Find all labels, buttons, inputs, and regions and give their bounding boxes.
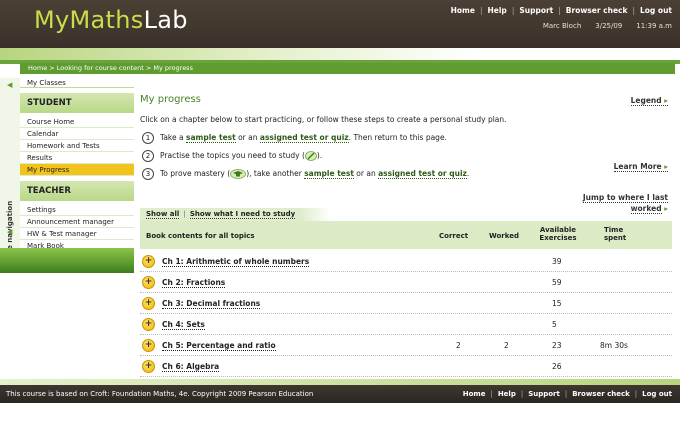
footer-link-support[interactable]: Support (528, 390, 560, 398)
top-link-support[interactable]: Support (519, 6, 553, 15)
page-title: My progress (140, 94, 201, 105)
col-available-exercises: Available Exercises (539, 226, 577, 242)
chapter-link[interactable]: Ch 6: Algebra (162, 362, 220, 372)
top-link-help[interactable]: Help (488, 6, 507, 15)
expand-plus-icon[interactable]: + (142, 276, 155, 289)
sidebar-item-results[interactable]: Results (20, 152, 134, 164)
user-name: Marc Bloch (542, 22, 582, 30)
chapter-link[interactable]: Ch 3: Decimal fractions (162, 299, 261, 309)
table-row[interactable]: + Ch 2: Fractions 59 (140, 272, 672, 293)
expand-plus-icon[interactable]: + (142, 318, 155, 331)
sidebar-item-calendar[interactable]: Calendar (20, 128, 134, 140)
col-time-spent: Time spent (604, 226, 627, 242)
sample-test-link-2[interactable]: sample test (304, 169, 354, 179)
expand-plus-icon[interactable]: + (142, 339, 155, 352)
chapter-link[interactable]: Ch 5: Percentage and ratio (162, 341, 276, 351)
hide-navigation-rail[interactable]: ◀ Hide navigation ◀ (0, 78, 20, 268)
chapter-link[interactable]: Ch 2: Fractions (162, 278, 226, 288)
col-book-contents: Book contents for all topics (146, 232, 255, 240)
assigned-test-link[interactable]: assigned test or quiz (259, 133, 349, 143)
col-correct: Correct (439, 232, 469, 240)
table-row[interactable]: + Ch 4: Sets 5 (140, 314, 672, 335)
copyright-text: This course is based on Croft: Foundatio… (6, 390, 314, 398)
table-row[interactable]: + Ch 5: Percentage and ratio 2 2 23 8m 30s (140, 335, 672, 356)
sidebar-item-settings[interactable]: Settings (20, 204, 134, 216)
cell-available: 26 (552, 362, 562, 371)
logo: MyMathsLab (34, 6, 188, 34)
arrow-right-icon: ▸ (664, 204, 668, 213)
cell-time-spent: 8m 30s (600, 341, 628, 350)
intro-text: Click on a chapter below to start practi… (140, 115, 507, 124)
breadcrumb[interactable]: Home > Looking for course content > My p… (20, 63, 675, 74)
step-2: 2 Practise the topics you need to study (… (142, 150, 322, 162)
collapse-arrow-icon[interactable]: ◀ (7, 81, 12, 89)
cell-available: 15 (552, 299, 562, 308)
table-row[interactable]: + Ch 6: Algebra 26 (140, 356, 672, 377)
jump-to-last-worked-link[interactable]: Jump to where I last worked ▸ (582, 192, 668, 214)
learn-more-link[interactable]: Learn More ▸ (613, 162, 668, 172)
top-link-logout[interactable]: Log out (640, 6, 672, 15)
current-date: 3/25/09 (595, 22, 623, 30)
step-1: 1 Take a sample test or an assigned test … (142, 132, 447, 144)
footer-link-logout[interactable]: Log out (642, 390, 672, 398)
cell-available: 23 (552, 341, 562, 350)
tab-show-need-to-study[interactable]: Show what I need to study (189, 210, 296, 219)
expand-plus-icon[interactable]: + (142, 255, 155, 268)
header-stripe (0, 48, 680, 60)
top-link-browser-check[interactable]: Browser check (566, 6, 628, 15)
sidebar-item-homework-tests[interactable]: Homework and Tests (20, 140, 134, 152)
cell-worked: 2 (504, 341, 509, 350)
step-3: 3 To prove mastery (), take another sampl… (142, 168, 469, 180)
arrow-right-icon: ▸ (664, 96, 668, 105)
footer-link-home[interactable]: Home (463, 390, 486, 398)
sidebar-my-classes[interactable]: My Classes (20, 78, 134, 88)
assigned-test-link-2[interactable]: assigned test or quiz (378, 169, 467, 179)
pencil-icon (305, 151, 317, 161)
cell-correct: 2 (456, 341, 461, 350)
table-header: Book contents for all topics Correct Wor… (140, 221, 672, 249)
sidebar-heading-student: STUDENT (20, 93, 134, 113)
cell-available: 5 (552, 320, 557, 329)
student-menu: Course Home Calendar Homework and Tests … (20, 113, 134, 176)
teacher-menu: Settings Announcement manager HW & Test … (20, 201, 134, 252)
app-header: MyMathsLab Home | Help | Support | Browser che… (0, 0, 680, 48)
sidebar-item-announcement-manager[interactable]: Announcement manager (20, 216, 134, 228)
top-links: Home | Help | Support | Browser check | Log out (450, 6, 672, 15)
collapse-arrow-icon-lower[interactable]: ◀ (7, 228, 12, 236)
arrow-right-icon: ▸ (664, 162, 668, 171)
footer-link-help[interactable]: Help (498, 390, 516, 398)
cell-available: 59 (552, 278, 562, 287)
sidebar-heading-teacher: TEACHER (20, 181, 134, 201)
cell-available: 39 (552, 257, 562, 266)
sidebar-item-my-progress[interactable]: My Progress (20, 164, 134, 176)
footer: This course is based on Croft: Foundatio… (0, 385, 680, 403)
table-row[interactable]: + Ch 1: Arithmetic of whole numbers 39 (140, 251, 672, 272)
user-info: Marc Bloch 3/25/09 11:39 a.m (529, 22, 672, 30)
expand-plus-icon[interactable]: + (142, 297, 155, 310)
sample-test-link[interactable]: sample test (186, 133, 236, 143)
footer-links: Home | Help | Support | Browser check | Log out (462, 390, 672, 398)
mortarboard-icon (230, 169, 247, 179)
current-time: 11:39 a.m (636, 22, 672, 30)
tab-show-all[interactable]: Show all (146, 210, 180, 219)
table-row[interactable]: + Ch 3: Decimal fractions 15 (140, 293, 672, 314)
footer-link-browser-check[interactable]: Browser check (572, 390, 630, 398)
sidebar-item-hw-test-manager[interactable]: HW & Test manager (20, 228, 134, 240)
col-worked: Worked (489, 232, 519, 240)
sidebar-item-course-home[interactable]: Course Home (20, 116, 134, 128)
chapter-link[interactable]: Ch 4: Sets (162, 320, 205, 330)
sidebar-swoosh (0, 248, 134, 273)
sidebar: My Classes STUDENT Course Home Calendar … (20, 78, 134, 252)
top-link-home[interactable]: Home (451, 6, 475, 15)
expand-plus-icon[interactable]: + (142, 360, 155, 373)
filter-tabs: Show all | Show what I need to study (140, 208, 330, 221)
chapter-link[interactable]: Ch 1: Arithmetic of whole numbers (162, 257, 310, 267)
legend-link[interactable]: Legend ▸ (630, 96, 668, 106)
